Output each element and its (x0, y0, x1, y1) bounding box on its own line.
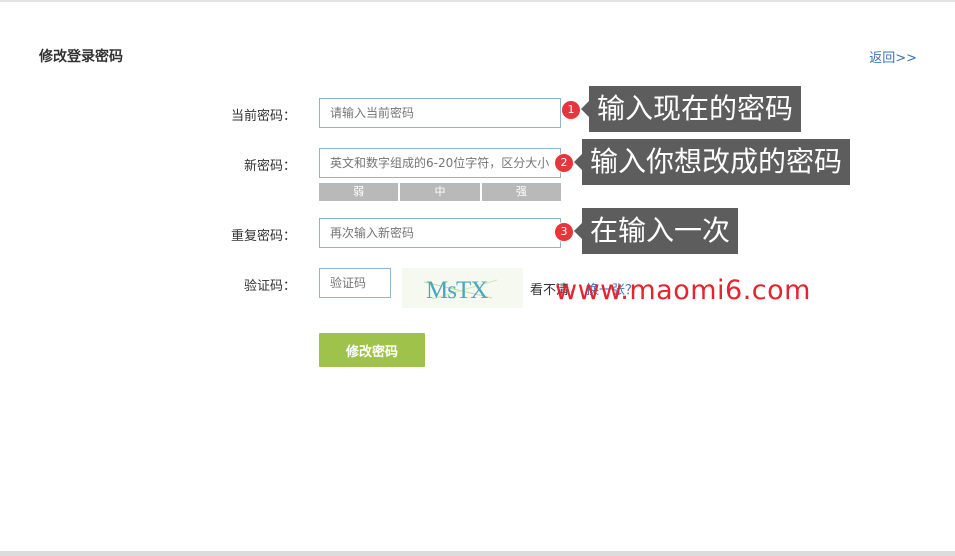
captcha-input[interactable] (319, 268, 391, 298)
strength-weak: 弱 (319, 183, 399, 201)
back-link[interactable]: 返回>> (869, 47, 917, 66)
repeat-password-input[interactable] (319, 218, 561, 248)
current-password-input[interactable] (319, 98, 561, 128)
current-password-label: 当前密码： (230, 109, 296, 124)
new-password-label: 新密码： (243, 159, 296, 174)
annotation-callout-3: 在输入一次 (573, 208, 739, 254)
top-divider (0, 0, 955, 2)
captcha-image[interactable]: MsTX (402, 268, 523, 308)
annotation-callout-1: 输入现在的密码 (580, 86, 802, 132)
strength-strong: 强 (481, 183, 561, 201)
annotation-badge-3: 3 (554, 222, 574, 242)
strength-medium: 中 (400, 183, 480, 201)
annotation-badge-2: 2 (554, 153, 574, 173)
page-title: 修改登录密码 (39, 49, 123, 65)
annotation-callout-2: 输入你想改成的密码 (573, 139, 851, 185)
annotation-badge-1: 1 (561, 100, 581, 120)
bottom-divider (0, 551, 955, 556)
repeat-password-label: 重复密码： (230, 229, 296, 244)
captcha-label: 验证码： (243, 279, 296, 294)
password-strength-meter: 弱 中 强 (319, 183, 561, 201)
new-password-input[interactable] (319, 148, 561, 178)
watermark-text: www.maomi6.com (555, 275, 811, 306)
captcha-text: MsTX (426, 277, 488, 304)
change-password-button[interactable]: 修改密码 (319, 333, 425, 367)
